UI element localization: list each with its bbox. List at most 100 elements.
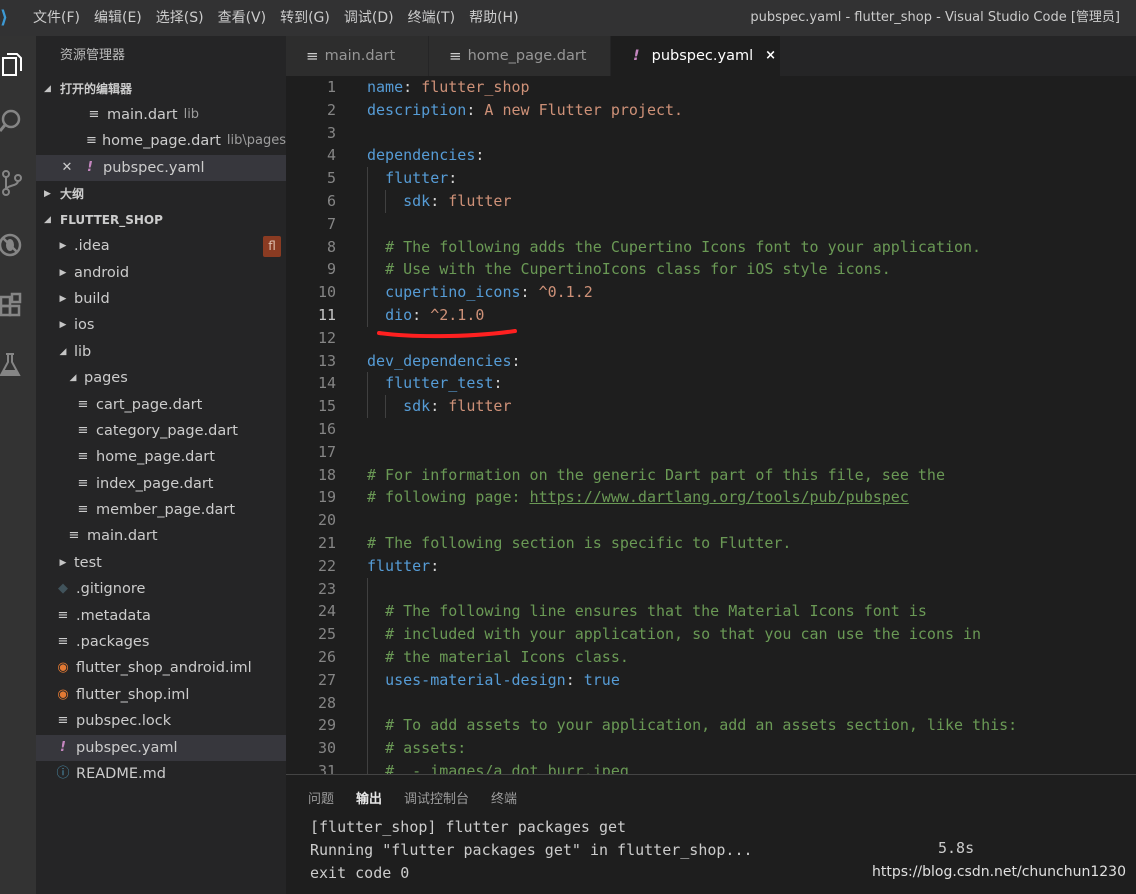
- line-number: 19: [317, 488, 336, 507]
- chevron-down-icon: ◢: [44, 215, 51, 226]
- tree-file-cart-page[interactable]: ≡ cart_page.dart: [36, 392, 286, 418]
- tree-file-main-dart[interactable]: ≡ main.dart: [36, 523, 286, 549]
- open-editors-header[interactable]: ◢ 打开的编辑器: [36, 76, 286, 102]
- tab-close-icon[interactable]: ×: [765, 36, 776, 76]
- line-code: # the material Icons class.: [367, 646, 629, 669]
- tree-folder-test[interactable]: ▶ test: [36, 550, 286, 576]
- outline-header[interactable]: ▶ 大纲: [36, 181, 286, 207]
- yaml-file-icon: !: [87, 159, 93, 175]
- tab-main-dart[interactable]: ≡ main.dart: [286, 36, 429, 76]
- panel-tab-output[interactable]: 输出: [356, 788, 382, 807]
- tree-file-home-page[interactable]: ≡ home_page.dart: [36, 444, 286, 470]
- tab-home-page-dart[interactable]: ≡ home_page.dart: [429, 36, 611, 76]
- tree-file-iml[interactable]: ◉ flutter_shop.iml: [36, 682, 286, 708]
- project-header[interactable]: ◢ FLUTTER_SHOP: [36, 207, 286, 233]
- tree-folder-pages[interactable]: ◢ pages: [36, 365, 286, 391]
- menu-edit[interactable]: 编辑(E): [87, 0, 149, 36]
- source-control-icon[interactable]: [0, 170, 24, 196]
- file-lines-icon: ≡: [88, 107, 100, 122]
- code-token: ^2.1.0: [430, 306, 485, 324]
- tab-pubspec-yaml[interactable]: ! pubspec.yaml ×: [611, 36, 781, 76]
- menu-view[interactable]: 查看(V): [211, 0, 274, 36]
- tree-file-metadata[interactable]: ≡ .metadata: [36, 603, 286, 629]
- code-line: 20: [286, 509, 1136, 532]
- tree-label: pages: [84, 370, 128, 387]
- tree-folder-build[interactable]: ▶ build: [36, 286, 286, 312]
- panel-tab-debug-console[interactable]: 调试控制台: [404, 788, 469, 807]
- window-title: pubspec.yaml - flutter_shop - Visual Stu…: [750, 10, 1120, 25]
- tree-label: README.md: [76, 765, 166, 782]
- file-lines-icon: ≡: [77, 502, 89, 518]
- extensions-icon[interactable]: [0, 292, 24, 318]
- chevron-down-icon: ◢: [44, 84, 51, 94]
- tree-file-packages[interactable]: ≡ .packages: [36, 629, 286, 655]
- explorer-icon[interactable]: [0, 52, 24, 78]
- code-token: # The following line ensures that the Ma…: [385, 602, 927, 621]
- tree-file-member-page[interactable]: ≡ member_page.dart: [36, 497, 286, 523]
- tree-label: build: [74, 290, 110, 307]
- menu-terminal[interactable]: 终端(T): [401, 0, 462, 36]
- line-number: 11: [317, 306, 336, 324]
- code-token: flutter_shop: [421, 78, 530, 96]
- code-line: 4 dependencies:: [286, 144, 1136, 167]
- menu-file[interactable]: 文件(F): [26, 0, 87, 36]
- close-icon[interactable]: ✕: [58, 155, 76, 181]
- menu-debug[interactable]: 调试(D): [337, 0, 401, 36]
- line-number: 20: [317, 511, 336, 530]
- chevron-right-icon: ▶: [59, 241, 67, 252]
- tree-file-gitignore[interactable]: ◆ .gitignore: [36, 576, 286, 602]
- code-token: :: [403, 78, 422, 96]
- indent-guide: [385, 190, 386, 213]
- line-number: 30: [317, 739, 336, 758]
- code-line: 28: [286, 692, 1136, 715]
- line-number: 17: [317, 442, 336, 461]
- code-token: sdk: [403, 397, 431, 416]
- tree-folder-lib[interactable]: ◢ lib: [36, 339, 286, 365]
- code-line: 24 # The following line ensures that the…: [286, 600, 1136, 623]
- line-number: 18: [317, 465, 336, 484]
- line-code: # included with your application, so tha…: [367, 623, 981, 646]
- code-token: uses-material-design: [385, 670, 566, 689]
- code-token: dev_dependencies: [367, 351, 512, 370]
- file-lines-icon: ≡: [57, 713, 69, 729]
- code-token: # - images/a_dot_burr.jpeg: [385, 762, 629, 774]
- tree-folder-idea[interactable]: ▶ .idea fl: [36, 233, 286, 259]
- tree-file-readme[interactable]: ⓘ README.md: [36, 761, 286, 787]
- open-editor-home-page-dart[interactable]: ≡ home_page.dart lib\pages: [36, 128, 286, 154]
- test-flask-icon[interactable]: [0, 352, 24, 378]
- code-token: # assets:: [385, 739, 467, 758]
- project-label: FLUTTER_SHOP: [60, 213, 163, 228]
- file-lines-icon: ≡: [68, 528, 80, 544]
- code-editor[interactable]: 1 name: flutter_shop 2 description: A new F…: [286, 76, 1136, 774]
- tree-folder-ios[interactable]: ▶ ios: [36, 312, 286, 338]
- tree-file-category-page[interactable]: ≡ category_page.dart: [36, 418, 286, 444]
- panel-tab-problems[interactable]: 问题: [308, 788, 334, 807]
- debug-icon[interactable]: [0, 232, 24, 258]
- tree-file-index-page[interactable]: ≡ index_page.dart: [36, 471, 286, 497]
- menu-selection[interactable]: 选择(S): [149, 0, 211, 36]
- code-token[interactable]: https://www.dartlang.org/tools/pub/pubsp…: [530, 488, 909, 506]
- tree-file-pubspec-yaml[interactable]: ! pubspec.yaml: [36, 734, 286, 761]
- line-number: 21: [317, 534, 336, 552]
- menu-go[interactable]: 转到(G): [273, 0, 337, 36]
- panel-tab-terminal[interactable]: 终端: [491, 788, 517, 807]
- explorer-title: 资源管理器: [60, 48, 126, 63]
- line-code: sdk: flutter: [367, 395, 511, 418]
- tree-file-pubspec-lock[interactable]: ≡ pubspec.lock: [36, 708, 286, 734]
- line-number: 29: [317, 716, 336, 735]
- menu-help[interactable]: 帮助(H): [462, 0, 525, 36]
- tree-label: .gitignore: [76, 581, 146, 598]
- code-line: 23: [286, 578, 1136, 601]
- open-editor-main-dart[interactable]: ≡ main.dart lib: [36, 102, 286, 128]
- tree-folder-android[interactable]: ▶ android: [36, 260, 286, 286]
- search-icon[interactable]: [0, 108, 24, 134]
- open-editor-pubspec-yaml[interactable]: ✕ ! pubspec.yaml: [36, 154, 286, 182]
- tree-file-android-iml[interactable]: ◉ flutter_shop_android.iml: [36, 655, 286, 681]
- code-line: 1 name: flutter_shop: [286, 76, 1136, 99]
- code-line: 25 # included with your application, so …: [286, 623, 1136, 646]
- code-token: # Use with the CupertinoIcons class for …: [385, 260, 891, 279]
